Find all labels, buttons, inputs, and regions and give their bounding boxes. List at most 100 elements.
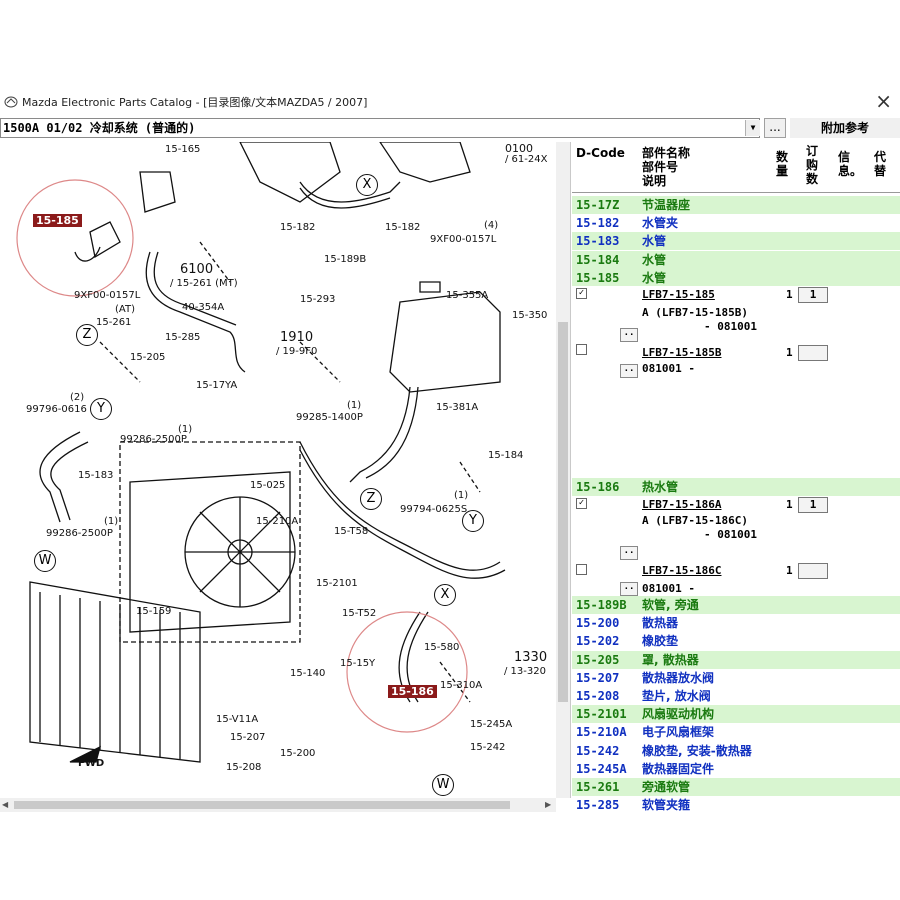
part-row[interactable]: 15-183 水管 (572, 232, 900, 251)
callout-z[interactable]: Z (76, 324, 98, 346)
diagram-label[interactable]: 15-140 (290, 668, 325, 679)
part-row[interactable]: 15-182 水管夹 (572, 214, 900, 233)
part-row[interactable]: 15-245A 散热器固定件 (572, 759, 900, 778)
detail-button[interactable]: .. (620, 364, 638, 378)
diagram-label[interactable]: 15-V11A (216, 714, 258, 725)
part-checkbox[interactable] (576, 564, 587, 575)
diagram-label[interactable]: 9XF00-0157L (430, 234, 496, 245)
scroll-right-icon[interactable]: ▶ (545, 800, 551, 809)
diagram-label[interactable]: / 61-24X (505, 154, 547, 165)
diagram-label[interactable]: 1910 (280, 330, 313, 345)
group-select[interactable]: 1500A 01/02 冷却系统 (普通的) ▼ (0, 118, 760, 138)
detail-button[interactable]: .. (620, 328, 638, 342)
part-row[interactable]: 15-200 散热器 (572, 614, 900, 633)
callout-w[interactable]: W (432, 774, 454, 796)
diagram-label[interactable]: 15-261 (96, 317, 131, 328)
callout-x[interactable]: X (434, 584, 456, 606)
diagram-vertical-scrollbar[interactable] (556, 142, 570, 798)
diagram-label[interactable]: 15-207 (230, 732, 265, 743)
diagram-label[interactable]: / 15-261 (MT) (170, 278, 238, 289)
diagram-label[interactable]: / 19-9F0 (276, 346, 317, 357)
order-qty-input[interactable]: 1 (798, 497, 828, 513)
diagram-label[interactable]: 15-210A (256, 516, 298, 527)
close-icon[interactable]: × (875, 90, 892, 112)
part-row[interactable]: 15-207 散热器放水阀 (572, 668, 900, 687)
part-checkbox[interactable]: ✓ (576, 498, 587, 509)
diagram-label[interactable]: 15-165 (165, 144, 200, 155)
part-row[interactable]: 15-285 软管夹箍 (572, 796, 900, 812)
diagram-label[interactable]: 15-285 (165, 332, 200, 343)
col-qty[interactable]: 数量 (776, 150, 792, 178)
scroll-thumb[interactable] (14, 801, 510, 809)
diagram-label[interactable]: 99286-2500P (46, 528, 113, 539)
diagram-label[interactable]: 15-2101 (316, 578, 358, 589)
diagram-label[interactable]: 15-184 (488, 450, 523, 461)
browse-button[interactable]: ... (764, 118, 786, 138)
highlight-label-15-186[interactable]: 15-186 (388, 685, 437, 698)
part-row[interactable]: 15-185 水管 (572, 268, 900, 287)
diagram-label[interactable]: 99285-1400P (296, 412, 363, 423)
col-order[interactable]: 订购数 (806, 144, 822, 186)
diagram-label[interactable]: 15-205 (130, 352, 165, 363)
col-dcode[interactable]: D-Code (576, 146, 625, 160)
part-number[interactable]: LFB7-15-186A (642, 498, 721, 511)
diagram-label[interactable]: 6100 (180, 262, 213, 277)
diagram-label[interactable]: 15-189B (324, 254, 366, 265)
part-row[interactable]: 15-205 罩, 散热器 (572, 650, 900, 669)
part-row-15-186[interactable]: 15-186 热水管 (572, 478, 900, 496)
callout-z[interactable]: Z (360, 488, 382, 510)
order-qty-input[interactable]: 1 (798, 287, 828, 303)
additional-reference-button[interactable]: 附加参考 (790, 118, 900, 138)
callout-y[interactable]: Y (90, 398, 112, 420)
scroll-left-icon[interactable]: ◀ (2, 800, 8, 809)
part-row[interactable]: 15-242 橡胶垫, 安装-散热器 (572, 741, 900, 760)
detail-button[interactable]: .. (620, 546, 638, 560)
detail-button[interactable]: .. (620, 582, 638, 596)
order-qty-input[interactable] (798, 563, 828, 579)
diagram-label[interactable]: 15-15Y (340, 658, 375, 669)
diagram-label[interactable]: 15-242 (470, 742, 505, 753)
col-info[interactable]: 信息。 (838, 150, 862, 178)
part-row[interactable]: 15-184 水管 (572, 250, 900, 269)
diagram-label[interactable]: 15-208 (226, 762, 261, 773)
part-row[interactable]: 15-17Z 节温器座 (572, 196, 900, 214)
diagram-label[interactable]: 15-293 (300, 294, 335, 305)
diagram-label[interactable]: 15-T58 (334, 526, 368, 537)
callout-y[interactable]: Y (462, 510, 484, 532)
part-row[interactable]: 15-189B 软管, 旁通 (572, 596, 900, 614)
diagram-label[interactable]: 99286-2500P (120, 434, 187, 445)
part-checkbox[interactable] (576, 344, 587, 355)
diagram-label[interactable]: 15-580 (424, 642, 459, 653)
diagram-label[interactable]: 15-17YA (196, 380, 237, 391)
highlight-label-15-185[interactable]: 15-185 (33, 214, 82, 227)
diagram-label[interactable]: 99796-0616 (26, 404, 87, 415)
diagram-label[interactable]: 15-200 (280, 748, 315, 759)
part-row[interactable]: 15-208 垫片, 放水阀 (572, 687, 900, 705)
diagram-label[interactable]: 1330 (514, 650, 547, 665)
part-number[interactable]: LFB7-15-185 (642, 288, 715, 301)
diagram-label[interactable]: 15-310A (440, 680, 482, 691)
diagram-label[interactable]: 15-183 (78, 470, 113, 481)
diagram-label[interactable]: 15-350 (512, 310, 547, 321)
callout-x[interactable]: X (356, 174, 378, 196)
diagram-horizontal-scrollbar[interactable]: ◀ ▶ (0, 798, 556, 812)
diagram-label[interactable]: 15-T52 (342, 608, 376, 619)
diagram-label[interactable]: 9XF00-0157L (74, 290, 140, 301)
diagram-label[interactable]: 15-159 (136, 606, 171, 617)
scroll-thumb[interactable] (558, 322, 568, 702)
diagram-label[interactable]: 15-245A (470, 719, 512, 730)
diagram-label[interactable]: / 13-320 (504, 666, 546, 677)
parts-diagram[interactable]: 15-185 15-186 15-165 0100 / 61-24X 9XF00… (0, 142, 571, 798)
diagram-label[interactable]: 15-381A (436, 402, 478, 413)
diagram-label[interactable]: 15-025 (250, 480, 285, 491)
part-number[interactable]: LFB7-15-185B (642, 346, 721, 359)
part-number[interactable]: LFB7-15-186C (642, 564, 721, 577)
part-row[interactable]: 15-210A 电子风扇框架 (572, 723, 900, 742)
diagram-label[interactable]: 99794-0625S (400, 504, 467, 515)
diagram-label[interactable]: 15-182 (280, 222, 315, 233)
part-row[interactable]: 15-202 橡胶垫 (572, 632, 900, 651)
order-qty-input[interactable] (798, 345, 828, 361)
col-replace[interactable]: 代替 (874, 150, 890, 178)
diagram-label[interactable]: 15-355A (446, 290, 488, 301)
diagram-label[interactable]: 15-182 (385, 222, 420, 233)
